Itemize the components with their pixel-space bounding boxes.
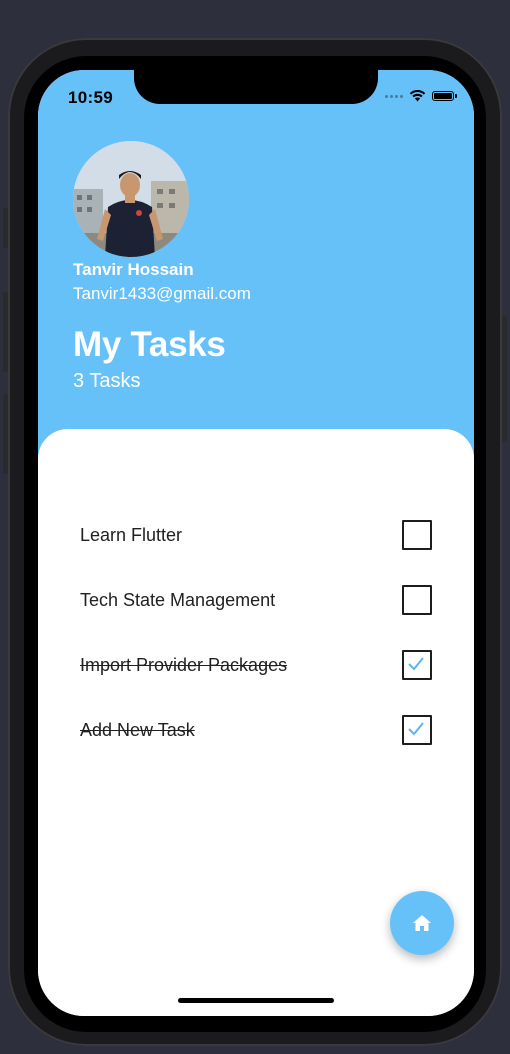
task-label: Add New Task bbox=[80, 720, 195, 740]
task-row[interactable]: Tech State Management bbox=[80, 585, 432, 617]
user-name: Tanvir Hossain bbox=[73, 260, 194, 279]
task-count: 3 Tasks bbox=[73, 370, 141, 392]
status-time: 10:59 bbox=[68, 88, 113, 107]
page-title: My Tasks bbox=[73, 325, 226, 364]
task-checkbox[interactable] bbox=[402, 585, 432, 615]
task-checkbox[interactable] bbox=[402, 520, 432, 550]
app-stage: 10:59 Tanvir Hossain Tanvir1433@gmail.co… bbox=[0, 0, 510, 1054]
status-indicators bbox=[385, 90, 457, 102]
home-fab-button[interactable] bbox=[390, 891, 454, 955]
user-email: Tanvir1433@gmail.com bbox=[73, 284, 251, 303]
checkmark-icon bbox=[408, 657, 424, 671]
power-button bbox=[502, 316, 507, 442]
checkmark-icon bbox=[408, 722, 424, 736]
task-row[interactable]: Add New Task bbox=[80, 715, 432, 747]
battery-icon bbox=[432, 91, 457, 101]
phone-screen: 10:59 Tanvir Hossain Tanvir1433@gmail.co… bbox=[38, 70, 474, 1016]
home-indicator[interactable] bbox=[178, 998, 334, 1003]
volume-down-button bbox=[3, 394, 8, 474]
task-checkbox-checked[interactable] bbox=[402, 650, 432, 680]
task-row[interactable]: Learn Flutter bbox=[80, 520, 432, 552]
task-checkbox-checked[interactable] bbox=[402, 715, 432, 745]
task-label: Tech State Management bbox=[80, 590, 276, 610]
profile-photo bbox=[73, 141, 189, 257]
task-label: Import Provider Packages bbox=[80, 655, 288, 675]
silent-switch bbox=[3, 208, 8, 248]
home-icon bbox=[413, 915, 431, 931]
task-row[interactable]: Import Provider Packages bbox=[80, 650, 432, 682]
profile-avatar[interactable] bbox=[73, 141, 189, 257]
signal-dots-icon bbox=[385, 94, 403, 98]
task-label: Learn Flutter bbox=[80, 525, 183, 545]
wifi-icon bbox=[409, 90, 426, 102]
volume-up-button bbox=[3, 292, 8, 372]
notch bbox=[134, 70, 378, 104]
